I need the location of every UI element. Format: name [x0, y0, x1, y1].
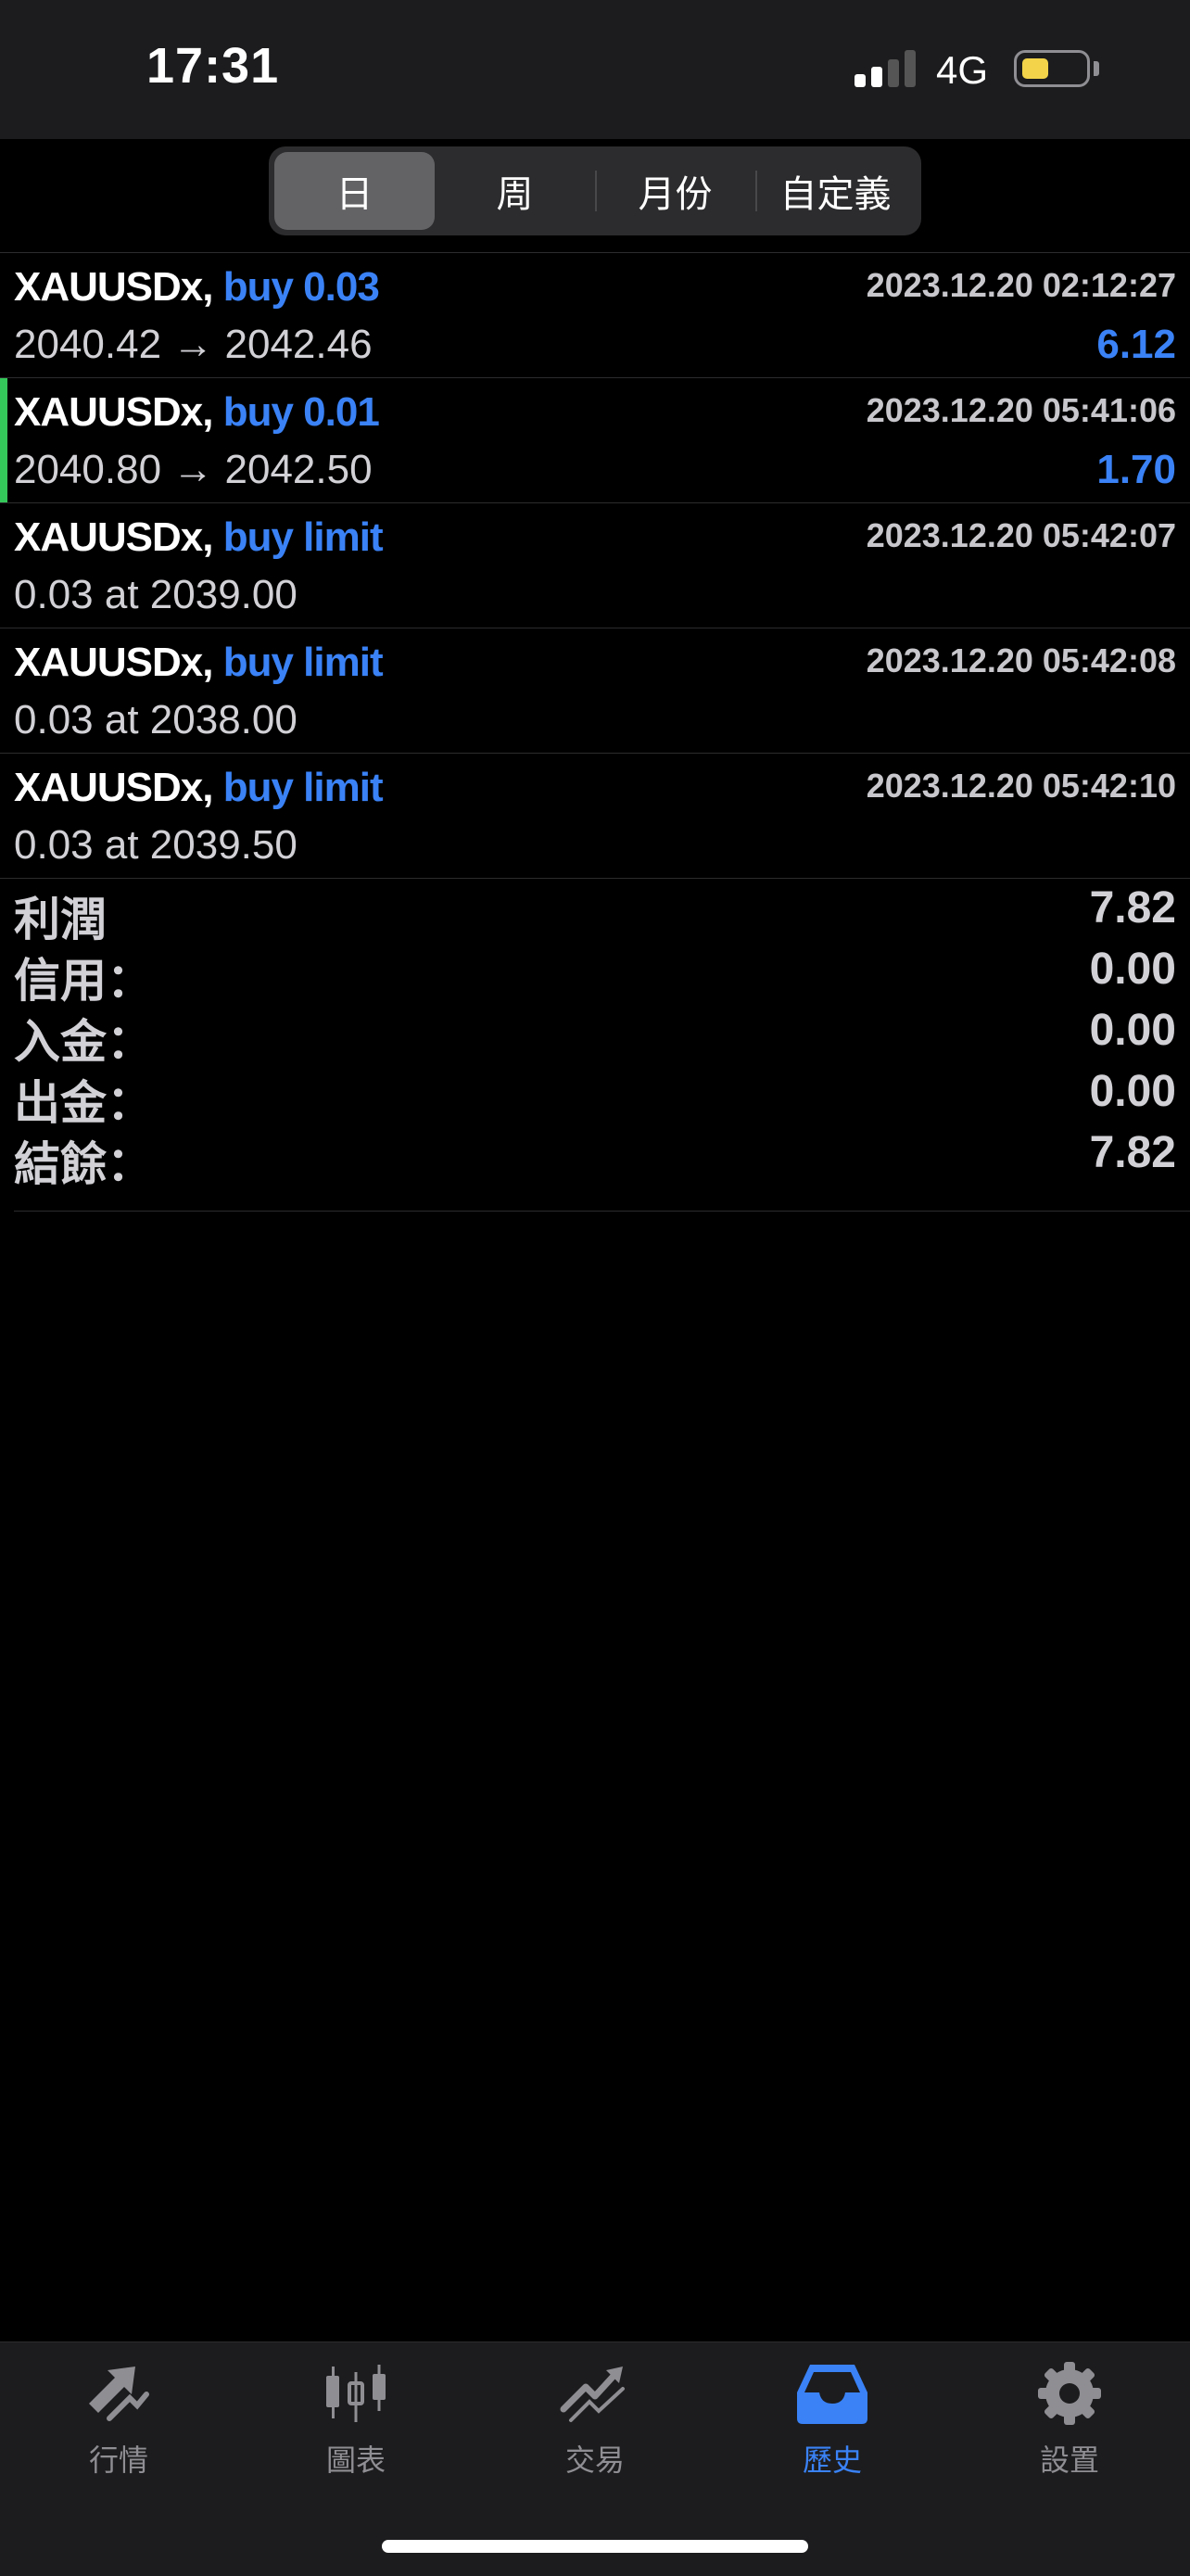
segment-custom[interactable]: 自定義: [755, 152, 916, 230]
cellular-signal-icon: [855, 48, 918, 87]
summary-divider: [14, 1211, 1190, 1212]
tab-chart[interactable]: 圖表: [291, 2361, 421, 2480]
order-detail: 0.03 at 2039.00: [14, 572, 298, 617]
gear-icon: [1038, 2362, 1101, 2425]
tab-quotes[interactable]: 行情: [54, 2361, 184, 2480]
segment-month[interactable]: 月份: [595, 152, 755, 230]
order-row[interactable]: XAUUSDx, buy limit 2023.12.20 05:42:08 0…: [0, 628, 1190, 754]
trade-icon: [560, 2367, 625, 2422]
summary-credit: 信用： 0.00: [14, 945, 1176, 1007]
deal-action: buy 0.03: [222, 264, 380, 310]
order-symbol: XAUUSDx, buy limit: [14, 765, 384, 810]
order-symbol: XAUUSDx, buy limit: [14, 640, 384, 685]
order-detail: 0.03 at 2038.00: [14, 697, 298, 742]
period-segmented-control: 日 周 月份 自定義: [269, 146, 921, 235]
order-action: buy limit: [222, 765, 384, 810]
network-type: 4G: [936, 48, 989, 92]
deal-row[interactable]: XAUUSDx, buy 0.01 2023.12.20 05:41:06 20…: [0, 378, 1190, 503]
summary-panel: 利潤 7.82 信用： 0.00 入金： 0.00 出金： 0.00 結餘： 7…: [0, 879, 1190, 1190]
order-action: buy limit: [222, 640, 384, 685]
deal-action: buy 0.01: [222, 389, 380, 435]
tab-settings[interactable]: 設置: [1005, 2361, 1134, 2480]
history-list: XAUUSDx, buy 0.03 2023.12.20 02:12:27 20…: [0, 252, 1190, 879]
order-action: buy limit: [222, 514, 384, 560]
deal-detail: 2040.80 → 2042.50: [14, 447, 373, 492]
segment-day[interactable]: 日: [274, 152, 435, 230]
order-row[interactable]: XAUUSDx, buy limit 2023.12.20 05:42:10 0…: [0, 754, 1190, 879]
deal-profit: 6.12: [1096, 322, 1176, 367]
deal-row[interactable]: XAUUSDx, buy 0.03 2023.12.20 02:12:27 20…: [0, 253, 1190, 378]
order-time: 2023.12.20 05:42:08: [866, 641, 1176, 679]
tab-history[interactable]: 歷史: [767, 2361, 897, 2480]
chart-icon: [326, 2365, 386, 2422]
quotes-icon: [89, 2367, 149, 2421]
summary-balance: 結餘： 7.82: [14, 1128, 1176, 1190]
deal-profit: 1.70: [1096, 447, 1176, 492]
order-time: 2023.12.20 05:42:07: [866, 516, 1176, 554]
summary-withdrawal: 出金： 0.00: [14, 1067, 1176, 1129]
order-detail: 0.03 at 2039.50: [14, 822, 298, 868]
deal-time: 2023.12.20 05:41:06: [866, 391, 1176, 429]
status-bar: 17:31 4G: [0, 0, 1190, 139]
deal-symbol: XAUUSDx, buy 0.01: [14, 389, 380, 435]
deal-detail: 2040.42 → 2042.46: [14, 322, 373, 367]
history-icon: [797, 2365, 867, 2424]
order-row[interactable]: XAUUSDx, buy limit 2023.12.20 05:42:07 0…: [0, 503, 1190, 628]
battery-icon: [1014, 50, 1090, 87]
summary-deposit: 入金： 0.00: [14, 1006, 1176, 1068]
deal-symbol: XAUUSDx, buy 0.03: [14, 264, 380, 310]
home-indicator[interactable]: [382, 2540, 808, 2553]
status-time: 17:31: [146, 38, 280, 94]
summary-profit: 利潤 7.82: [14, 883, 1176, 945]
deal-time: 2023.12.20 02:12:27: [866, 266, 1176, 304]
segment-week[interactable]: 周: [435, 152, 595, 230]
tab-trade[interactable]: 交易: [530, 2361, 660, 2480]
order-time: 2023.12.20 05:42:10: [866, 767, 1176, 805]
order-symbol: XAUUSDx, buy limit: [14, 514, 384, 560]
